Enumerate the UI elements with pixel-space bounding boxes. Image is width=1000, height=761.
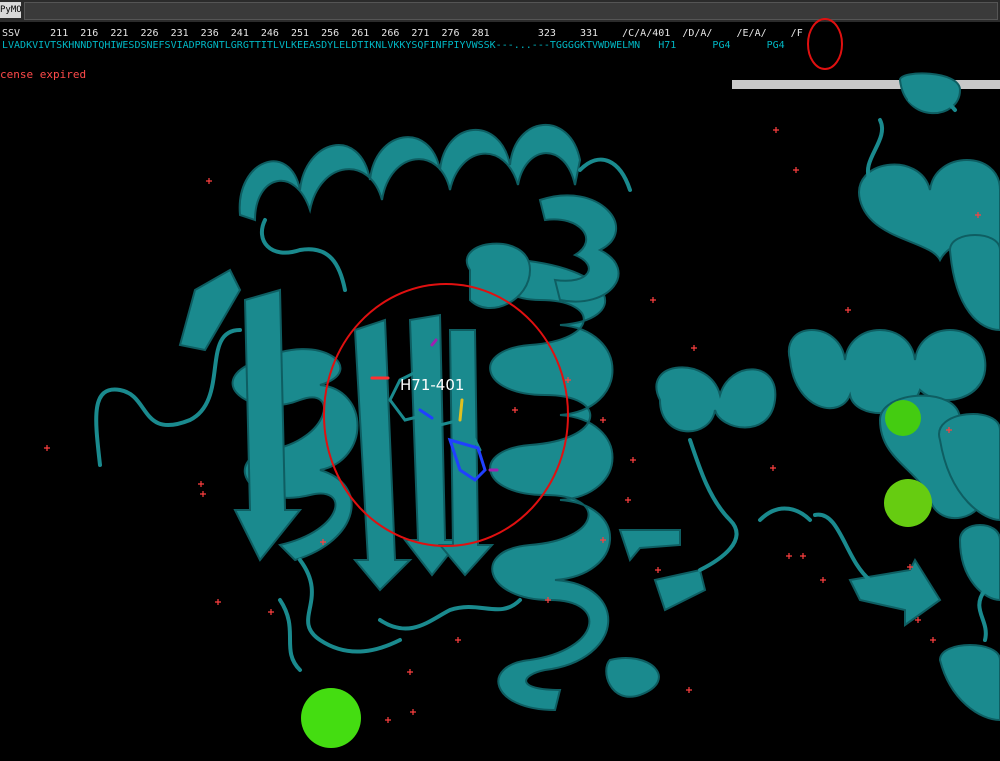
sequence-annotation-layer [807,18,843,70]
sequence-highlight-circle [807,18,843,70]
residue-label: H71-401 [400,376,465,394]
